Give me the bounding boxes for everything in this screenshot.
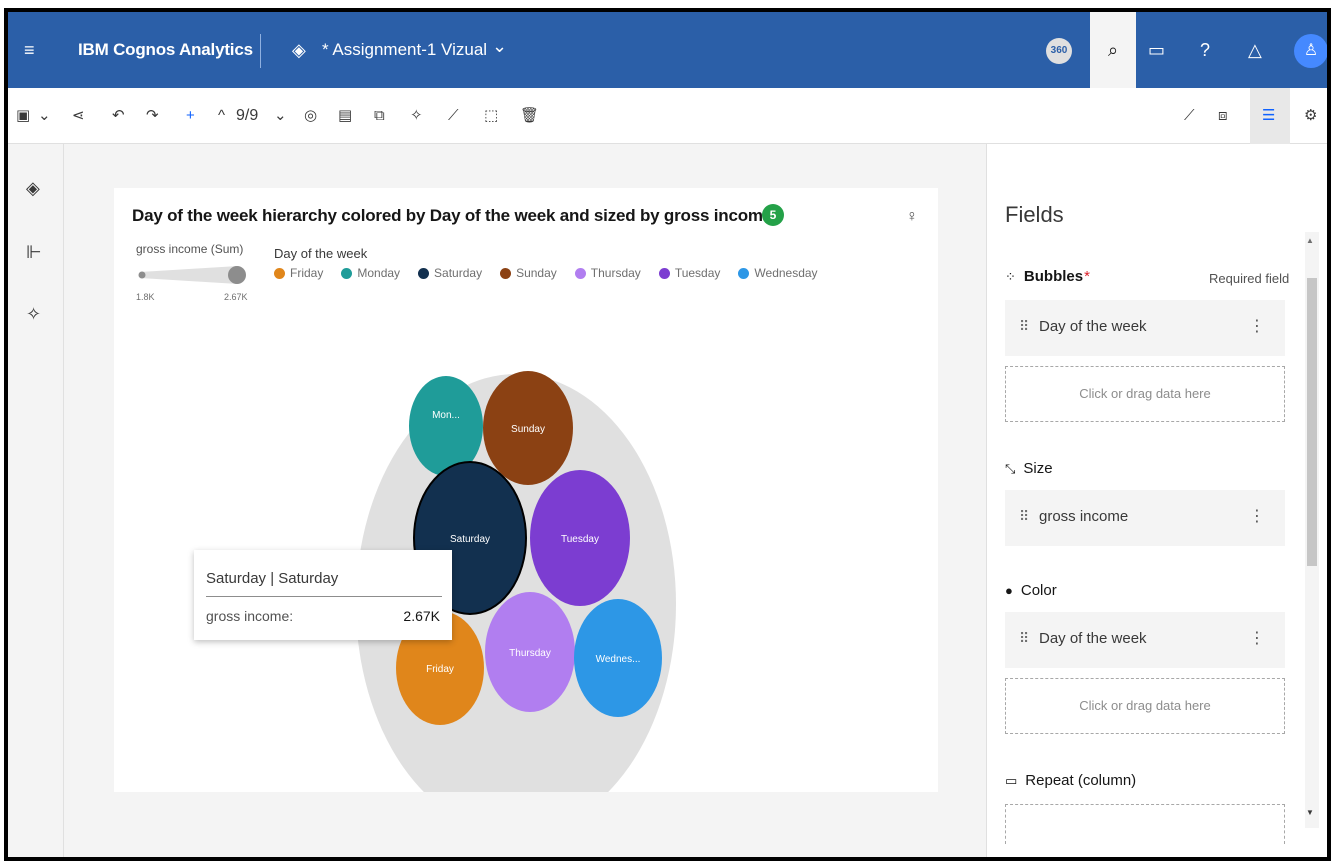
pin-icon[interactable]: ✧ [26, 304, 41, 325]
focus-icon[interactable]: ⬚ [484, 106, 498, 126]
drag-handle-icon[interactable]: ⠿ [1019, 508, 1029, 525]
palette-icon: ● [1005, 583, 1013, 598]
color-label: Color [1020, 582, 1057, 599]
repeat-label: Repeat (column) [1025, 772, 1137, 789]
visualization-card[interactable]: Day of the week hierarchy colored by Day… [114, 188, 938, 792]
tooltip-value: 2.67K [403, 608, 440, 624]
bell-icon[interactable]: △ [1248, 38, 1262, 62]
help-icon[interactable]: ? [1200, 38, 1210, 62]
tooltip-divider [206, 596, 442, 597]
page-indicator: 9/9 [236, 107, 259, 124]
bubble-label-wednesday: Wednes... [596, 654, 641, 665]
bubble-label-friday: Friday [426, 664, 454, 675]
resize-icon: ⤡ [1005, 460, 1016, 476]
drag-handle-icon[interactable]: ⠿ [1019, 318, 1029, 335]
redo-icon[interactable]: ↷ [146, 106, 159, 126]
scroll-up-icon[interactable]: ▲ [1306, 236, 1314, 245]
search-icon[interactable]: ⌕ [1090, 12, 1136, 88]
share-icon[interactable]: ⋖ [72, 106, 85, 126]
app-header: ≡ IBM Cognos Analytics ◈ * Assignment-1 … [8, 12, 1327, 88]
color-field-name: Day of the week [1039, 630, 1147, 647]
repeat-section-header: ▭ Repeat (column) [1005, 772, 1136, 789]
user-avatar-icon[interactable]: ♙ [1294, 34, 1327, 68]
bubbles-drop-zone[interactable]: Click or drag data here [1005, 366, 1285, 422]
size-field-chip[interactable]: ⠿ gross income ⋮ [1005, 490, 1285, 546]
analytics-icon[interactable]: ⧈ [1218, 106, 1228, 126]
theme-icon[interactable]: ◎ [304, 106, 317, 126]
bubbles-field-name: Day of the week [1039, 318, 1147, 335]
repeat-column-icon: ▭ [1005, 772, 1018, 788]
color-field-chip[interactable]: ⠿ Day of the week ⋮ [1005, 612, 1285, 668]
360-icon[interactable]: 360 [1046, 38, 1072, 64]
document-title[interactable]: * Assignment-1 Vizual [322, 40, 487, 60]
dashboard-icon: ◈ [292, 40, 306, 60]
insights-icon[interactable]: ⟋ [448, 106, 459, 126]
panel-resize-handle[interactable]: ═ [686, 856, 693, 857]
bubbles-section-header: ⁘ Bubbles * [1005, 268, 1090, 285]
swap-icon[interactable]: ⧉ [374, 106, 385, 126]
hamburger-icon[interactable]: ≡ [24, 38, 35, 62]
chevron-up-icon[interactable]: ^ [218, 106, 225, 126]
app-window: ≡ IBM Cognos Analytics ◈ * Assignment-1 … [4, 8, 1331, 861]
size-label: Size [1023, 460, 1053, 477]
fields-title: Fields [1005, 202, 1064, 227]
size-field-name: gross income [1039, 508, 1129, 525]
color-section-header: ● Color [1005, 582, 1057, 599]
required-star: * [1084, 268, 1090, 285]
visualization-icon[interactable]: ▤ [338, 106, 352, 126]
chart-line-icon[interactable]: ⟋ [1184, 106, 1195, 126]
data-tree-icon[interactable]: ⊩ [26, 242, 42, 263]
brand-name: IBM Cognos Analytics [78, 40, 253, 59]
delete-icon[interactable]: 🗑 [520, 106, 539, 126]
save-icon[interactable]: ▣ [16, 106, 30, 126]
bubble-label-thursday: Thursday [509, 648, 551, 659]
bubble-label-monday: Mon... [432, 410, 460, 421]
bubbles-field-chip[interactable]: ⠿ Day of the week ⋮ [1005, 300, 1285, 356]
bubbles-icon: ⁘ [1005, 268, 1016, 284]
chevron-down-icon[interactable]: ⌄ [492, 36, 507, 57]
undo-icon[interactable]: ↶ [112, 106, 125, 126]
toolbar: ▣ ⌄ ⋖ ↶ ↷ + ^ 9/9 ⌄ ◎ ▤ ⧉ ✧ ⟋ ⬚ 🗑 ⟋ ⧈ ☰ … [8, 88, 1327, 144]
overflow-menu-icon[interactable]: ⋮ [1249, 506, 1265, 526]
header-divider [260, 34, 261, 68]
bubbles-label: Bubbles [1023, 268, 1084, 285]
scrollbar-thumb[interactable] [1307, 278, 1317, 566]
tooltip-title: Saturday | Saturday [206, 570, 339, 587]
color-drop-zone[interactable]: Click or drag data here [1005, 678, 1285, 734]
left-rail: ◈ ⊩ ✧ [8, 144, 64, 857]
bubble-label-saturday: Saturday [450, 534, 490, 545]
bubble-chart[interactable]: Mon... Sunday Tuesday Friday Thursday Wednes.… [114, 188, 938, 792]
drag-handle-icon[interactable]: ⠿ [1019, 630, 1029, 647]
fields-panel: Fields ⁘ Bubbles * Required field ⠿ Day … [986, 144, 1327, 857]
overflow-menu-icon[interactable]: ⋮ [1249, 316, 1265, 336]
bubble-monday[interactable] [409, 376, 483, 476]
required-field-text: Required field [1209, 271, 1290, 286]
bubble-label-tuesday: Tuesday [561, 534, 599, 545]
repeat-drop-zone[interactable] [1005, 804, 1285, 844]
scroll-down-icon[interactable]: ▼ [1306, 808, 1314, 817]
tooltip-label: gross income: [206, 608, 294, 624]
chat-icon[interactable]: ▭ [1148, 38, 1165, 62]
dashboard-icon[interactable]: ◈ [26, 178, 40, 199]
chevron-down-icon[interactable]: ⌄ [38, 106, 51, 126]
add-icon[interactable]: + [186, 106, 195, 126]
bubble-label-sunday: Sunday [511, 424, 545, 435]
pin-icon[interactable]: ✧ [410, 106, 423, 126]
chevron-down-icon[interactable]: ⌄ [274, 106, 287, 126]
overflow-menu-icon[interactable]: ⋮ [1249, 628, 1265, 648]
chart-tooltip: Saturday | Saturday gross income: 2.67K [194, 550, 452, 640]
size-section-header: ⤡ Size [1005, 460, 1053, 477]
fields-icon[interactable]: ☰ [1262, 106, 1275, 126]
properties-icon[interactable]: ⚙ [1304, 106, 1317, 126]
